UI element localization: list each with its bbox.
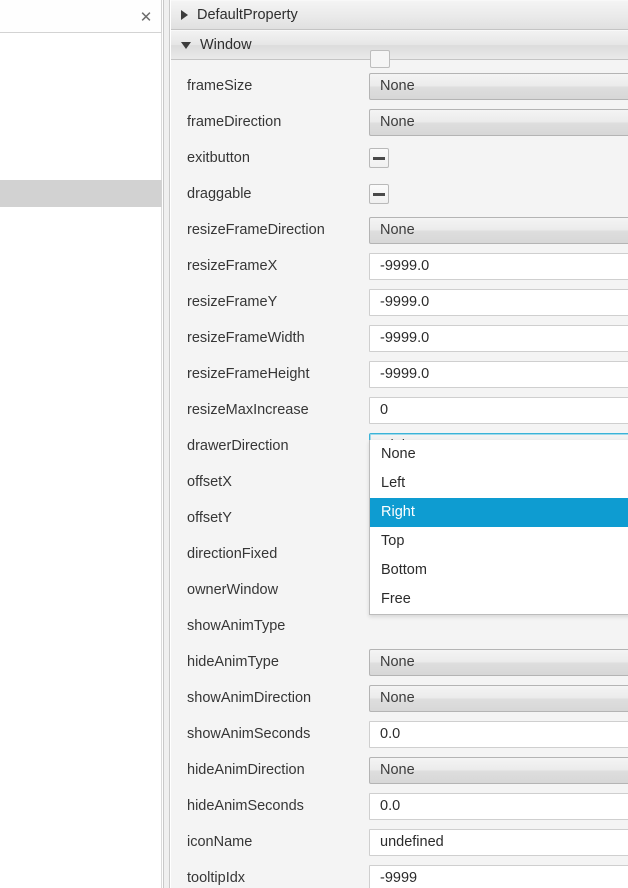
property-label: resizeFrameHeight: [187, 366, 310, 382]
property-label: resizeFrameDirection: [187, 222, 325, 238]
property-row: iconName undefined: [171, 824, 628, 860]
group-title-window: Window: [200, 37, 252, 53]
left-panel-selected-row[interactable]: [0, 180, 162, 207]
property-row: hideAnimType None: [171, 644, 628, 680]
property-text-input[interactable]: 0.0: [369, 793, 628, 820]
property-row: draggable: [171, 176, 628, 212]
property-label: exitbutton: [187, 150, 250, 166]
property-checkbox[interactable]: [369, 148, 389, 168]
panel-divider: [163, 0, 170, 888]
property-checkbox[interactable]: [369, 184, 389, 204]
dropdown-option[interactable]: Bottom: [370, 556, 628, 585]
property-row: exitbutton: [171, 140, 628, 176]
property-label: resizeFrameY: [187, 294, 278, 310]
property-label: hideAnimType: [187, 654, 279, 670]
left-background-panel: ✕: [0, 0, 163, 888]
property-combobox[interactable]: None: [369, 217, 628, 244]
property-row: hideAnimSeconds 0.0: [171, 788, 628, 824]
property-text-input[interactable]: -9999.0: [369, 253, 628, 280]
property-label: draggable: [187, 186, 252, 202]
property-label: offsetY: [187, 510, 232, 526]
chevron-right-icon: [181, 10, 188, 20]
property-label: offsetX: [187, 474, 232, 490]
property-row: resizeMaxIncrease 0: [171, 392, 628, 428]
property-row: resizeFrameDirection None: [171, 212, 628, 248]
property-label: iconName: [187, 834, 253, 850]
property-row: resizeFrameY -9999.0: [171, 284, 628, 320]
property-inspector: DefaultProperty Window frameSize None fram…: [171, 0, 628, 888]
drawerdirection-dropdown-list[interactable]: None Left Right Top Bottom Free: [369, 440, 628, 615]
property-label: hideAnimDirection: [187, 762, 305, 778]
dropdown-option[interactable]: Left: [370, 469, 628, 498]
property-text-input[interactable]: -9999.0: [369, 361, 628, 388]
dropdown-option[interactable]: Right: [370, 498, 628, 527]
property-label: hideAnimSeconds: [187, 798, 304, 814]
property-combobox[interactable]: None: [369, 685, 628, 712]
property-label: drawerDirection: [187, 438, 289, 454]
left-panel-body[interactable]: [0, 33, 162, 888]
property-text-input[interactable]: -9999.0: [369, 325, 628, 352]
property-row: showAnimSeconds 0.0: [171, 716, 628, 752]
close-icon[interactable]: ✕: [137, 8, 155, 26]
property-label: directionFixed: [187, 546, 278, 562]
property-text-input[interactable]: 0: [369, 397, 628, 424]
property-label: showAnimDirection: [187, 690, 312, 706]
property-row: showAnimDirection None: [171, 680, 628, 716]
clipped-row-strip: [171, 50, 628, 68]
property-row: resizeFrameHeight -9999.0: [171, 356, 628, 392]
property-combobox[interactable]: None: [369, 109, 628, 136]
property-label: showAnimType: [187, 618, 286, 634]
property-row: frameDirection None: [171, 104, 628, 140]
property-label: frameDirection: [187, 114, 282, 130]
dropdown-option[interactable]: None: [370, 440, 628, 469]
property-combobox[interactable]: None: [369, 73, 628, 100]
property-text-input[interactable]: 0.0: [369, 721, 628, 748]
clipped-checkbox[interactable]: [370, 50, 390, 68]
property-row: tooltipIdx -9999: [171, 860, 628, 888]
property-text-input[interactable]: undefined: [369, 829, 628, 856]
group-title-defaultproperty: DefaultProperty: [197, 7, 298, 23]
property-label: frameSize: [187, 78, 253, 94]
property-row: resizeFrameX -9999.0: [171, 248, 628, 284]
property-row: frameSize None: [171, 68, 628, 104]
property-label: resizeFrameX: [187, 258, 278, 274]
property-combobox[interactable]: None: [369, 649, 628, 676]
property-label: showAnimSeconds: [187, 726, 311, 742]
property-label: resizeFrameWidth: [187, 330, 305, 346]
property-row: resizeFrameWidth -9999.0: [171, 320, 628, 356]
dropdown-option[interactable]: Free: [370, 585, 628, 614]
dropdown-option[interactable]: Top: [370, 527, 628, 556]
property-label: ownerWindow: [187, 582, 279, 598]
screen-root: ✕ DefaultProperty Window frameSize None fr…: [0, 0, 628, 888]
property-text-input[interactable]: -9999: [369, 865, 628, 888]
property-text-input[interactable]: -9999.0: [369, 289, 628, 316]
property-row: hideAnimDirection None: [171, 752, 628, 788]
property-label: resizeMaxIncrease: [187, 402, 309, 418]
left-panel-titlebar: ✕: [0, 0, 162, 33]
group-header-window[interactable]: Window: [171, 30, 628, 60]
property-combobox[interactable]: None: [369, 757, 628, 784]
property-label: tooltipIdx: [187, 870, 246, 886]
chevron-down-icon: [181, 41, 191, 49]
group-header-defaultproperty[interactable]: DefaultProperty: [171, 0, 628, 30]
